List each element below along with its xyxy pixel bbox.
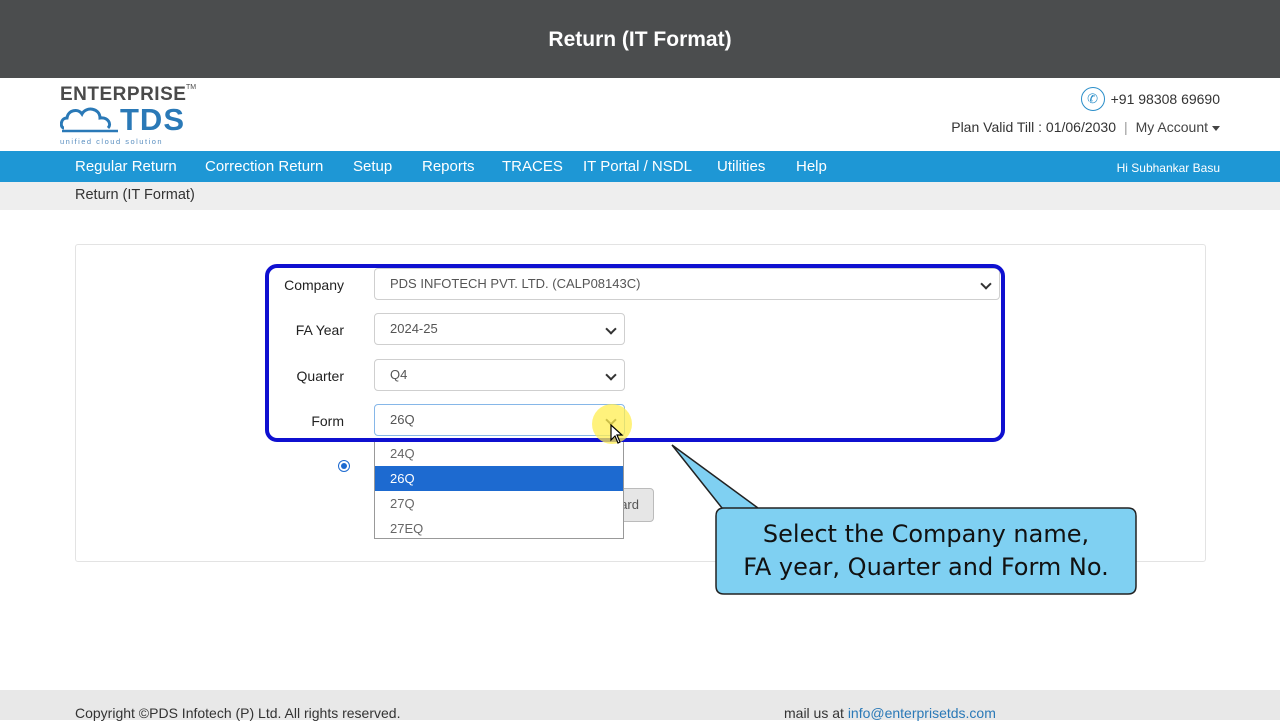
email-link[interactable]: info@enterprisetds.com (848, 705, 996, 721)
footer-mail: mail us at info@enterprisetds.com (784, 705, 996, 721)
tutorial-callout-bubble (671, 444, 1137, 595)
copyright-text: Copyright ©PDS Infotech (P) Ltd. All rig… (75, 705, 401, 721)
mail-prefix: mail us at (784, 705, 844, 721)
callout-line-2: FA year, Quarter and Form No. (743, 553, 1109, 581)
callout-text: Select the Company name, FA year, Quarte… (716, 518, 1136, 584)
site-footer: Copyright ©PDS Infotech (P) Ltd. All rig… (0, 690, 1280, 721)
callout-line-1: Select the Company name, (762, 520, 1090, 548)
